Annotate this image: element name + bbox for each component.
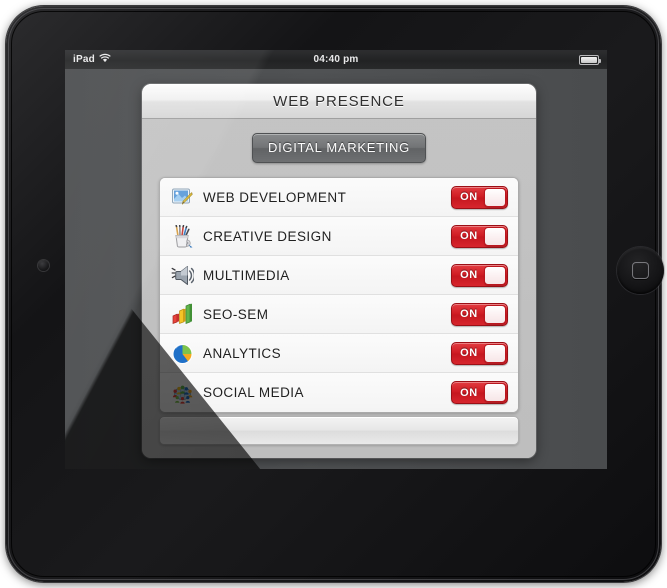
list-item[interactable]: SEO-SEM ON <box>160 295 518 334</box>
home-square-icon <box>632 262 649 279</box>
panel-body: DIGITAL MARKETING WEB DEVELOPMENT ON CRE… <box>142 119 536 458</box>
service-list: WEB DEVELOPMENT ON CREATIVE DESIGN ON MU… <box>159 177 519 413</box>
toggle-knob[interactable] <box>484 383 506 402</box>
list-item[interactable]: WEB DEVELOPMENT ON <box>160 178 518 217</box>
list-item-label: ANALYTICS <box>203 345 282 361</box>
page-title: WEB PRESENCE <box>273 92 405 110</box>
toggle-knob[interactable] <box>484 343 506 363</box>
toggle-switch[interactable]: ON <box>451 341 508 365</box>
app-panel: WEB PRESENCE DIGITAL MARKETING WEB DEVEL… <box>142 84 536 458</box>
list-item[interactable]: SOCIAL MEDIA ON <box>160 373 518 412</box>
toggle-state-label: ON <box>460 191 478 203</box>
brush-cup-icon <box>171 223 194 248</box>
front-camera-icon <box>38 260 49 271</box>
section-button-row: DIGITAL MARKETING <box>159 133 519 163</box>
toggle-switch[interactable]: ON <box>451 302 508 326</box>
home-button[interactable] <box>617 247 664 294</box>
list-item-label: SOCIAL MEDIA <box>203 385 304 400</box>
section-button-digital-marketing[interactable]: DIGITAL MARKETING <box>252 133 426 163</box>
list-item-label: MULTIMEDIA <box>203 267 290 283</box>
list-item-label: SEO-SEM <box>203 306 269 322</box>
toggle-state-label: ON <box>460 308 478 320</box>
toggle-state-label: ON <box>460 230 478 242</box>
toggle-knob[interactable] <box>484 265 506 285</box>
toggle-switch[interactable]: ON <box>451 263 508 287</box>
document-pencil-icon <box>171 186 194 209</box>
status-bar: iPad 04:40 pm <box>65 50 607 69</box>
list-item-label: CREATIVE DESIGN <box>203 228 332 244</box>
panel-titlebar: WEB PRESENCE <box>142 84 536 119</box>
toggle-state-label: ON <box>460 347 478 359</box>
status-bar-right <box>579 50 601 69</box>
battery-fill <box>581 56 597 63</box>
status-bar-time: 04:40 pm <box>313 54 359 65</box>
tablet-device: iPad 04:40 pm WEB PRESENCE DIGITAL MARKE… <box>6 6 664 582</box>
toggle-knob[interactable] <box>484 304 506 324</box>
toggle-switch[interactable]: ON <box>451 224 508 248</box>
toggle-state-label: ON <box>460 386 478 399</box>
tablet-screen: iPad 04:40 pm WEB PRESENCE DIGITAL MARKE… <box>65 50 607 469</box>
people-globe-icon <box>171 381 194 404</box>
list-item[interactable]: MULTIMEDIA ON <box>160 256 518 295</box>
list-item-label: WEB DEVELOPMENT <box>203 189 347 205</box>
toggle-switch[interactable]: ON <box>451 381 508 404</box>
speaker-icon <box>171 264 196 287</box>
list-item[interactable]: ANALYTICS ON <box>160 334 518 373</box>
panel-footer-toolbar[interactable] <box>159 416 519 445</box>
list-item[interactable]: CREATIVE DESIGN ON <box>160 217 518 256</box>
pie-chart-icon <box>171 342 194 365</box>
bar-chart-icon <box>171 303 194 326</box>
toggle-state-label: ON <box>460 269 478 281</box>
toggle-switch[interactable]: ON <box>451 185 508 209</box>
toggle-knob[interactable] <box>484 187 506 207</box>
toggle-knob[interactable] <box>484 226 506 246</box>
battery-icon <box>579 54 601 65</box>
